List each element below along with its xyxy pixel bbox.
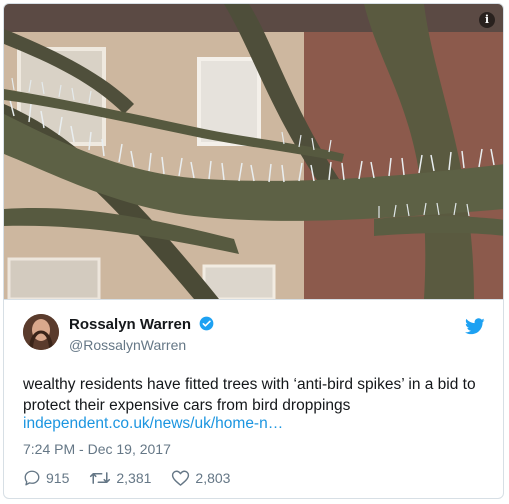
reply-icon xyxy=(24,470,40,486)
heart-icon xyxy=(172,470,190,486)
tweet-photo[interactable]: i xyxy=(4,4,503,300)
info-icon[interactable]: i xyxy=(479,12,495,28)
tweet-header: Rossalyn Warren @RossalynWarren xyxy=(23,314,485,354)
verified-badge-icon xyxy=(200,316,214,331)
reply-button[interactable]: 915 xyxy=(23,469,69,487)
tweet-card[interactable]: i Rossalyn Warren @RossalynWarren wealth… xyxy=(3,3,504,499)
like-button[interactable]: 2,803 xyxy=(171,469,230,487)
display-name[interactable]: Rossalyn Warren xyxy=(69,316,191,333)
user-handle[interactable]: @RossalynWarren xyxy=(69,337,214,353)
article-link[interactable]: independent.co.uk/news/uk/home-n… xyxy=(23,415,283,433)
reply-count: 915 xyxy=(46,470,70,486)
tree-spikes-photo xyxy=(4,4,503,299)
retweet-button[interactable]: 2,381 xyxy=(89,469,151,487)
retweet-count: 2,381 xyxy=(116,470,152,486)
tweet-actions: 915 2,381 2,803 xyxy=(23,469,250,487)
avatar[interactable] xyxy=(23,314,59,350)
like-count: 2,803 xyxy=(195,470,231,486)
twitter-bird-icon[interactable] xyxy=(465,318,485,335)
tweet-text: wealthy residents have fitted trees with… xyxy=(23,376,476,414)
retweet-icon xyxy=(90,472,111,484)
tweet-timestamp[interactable]: 7:24 PM - Dec 19, 2017 xyxy=(23,441,171,457)
